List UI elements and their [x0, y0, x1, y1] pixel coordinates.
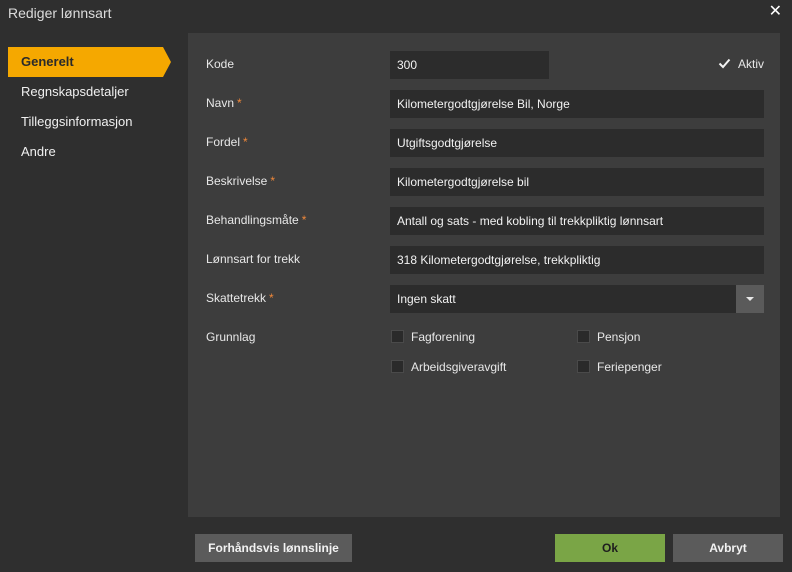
sidebar-item-label: Tilleggsinformasjon — [21, 114, 133, 129]
checkbox-box — [391, 360, 404, 373]
cancel-button[interactable]: Avbryt — [673, 534, 783, 562]
close-icon[interactable]: ✕ — [769, 4, 782, 20]
arbeidsgiveravgift-label: Arbeidsgiveravgift — [411, 360, 507, 374]
pensjon-label: Pensjon — [597, 330, 641, 344]
checkbox-box — [577, 330, 590, 343]
grunnlag-label: Grunnlag — [206, 330, 256, 344]
sidebar-item-regnskapsdetaljer[interactable]: Regnskapsdetaljer — [8, 77, 178, 107]
lonnsart-trekk-field[interactable]: 318 Kilometergodtgjørelse, trekkpliktig — [390, 246, 764, 274]
checkbox-box — [391, 330, 404, 343]
skattetrekk-label: Skattetrekk * — [206, 291, 274, 305]
title-bar: Rediger lønnsart ✕ — [0, 0, 792, 28]
sidebar-item-label: Generelt — [21, 54, 74, 69]
lonnsart-trekk-label: Lønnsart for trekk — [206, 252, 301, 266]
checkmark-icon — [718, 58, 731, 69]
window-title: Rediger lønnsart — [8, 5, 112, 21]
fagforening-label: Fagforening — [411, 330, 476, 344]
sidebar-item-andre[interactable]: Andre — [8, 137, 178, 167]
navn-field[interactable]: Kilometergodtgjørelse Bil, Norge — [390, 90, 764, 118]
behandlingsmate-label: Behandlingsmåte * — [206, 213, 307, 227]
fordel-label: Fordel * — [206, 135, 248, 149]
kode-field[interactable]: 300 — [390, 51, 549, 79]
behandlingsmate-field[interactable]: Antall og sats - med kobling til trekkpl… — [390, 207, 764, 235]
ok-button[interactable]: Ok — [555, 534, 665, 562]
beskrivelse-field[interactable]: Kilometergodtgjørelse bil — [390, 168, 764, 196]
feriepenger-label: Feriepenger — [597, 360, 662, 374]
beskrivelse-label: Beskrivelse * — [206, 174, 276, 188]
kode-label: Kode — [206, 57, 235, 71]
preview-button[interactable]: Forhåndsvis lønnslinje — [195, 534, 352, 562]
sidebar-item-tilleggsinformasjon[interactable]: Tilleggsinformasjon — [8, 107, 178, 137]
chevron-down-icon[interactable] — [736, 285, 764, 313]
form-panel: Kode 300 Aktiv Navn * Kilometergodtgjørel… — [188, 33, 780, 517]
sidebar-item-label: Andre — [21, 144, 56, 159]
navn-label: Navn * — [206, 96, 242, 110]
aktiv-label: Aktiv — [738, 57, 765, 71]
skattetrekk-select[interactable]: Ingen skatt — [390, 285, 764, 313]
sidebar-item-generelt[interactable]: Generelt — [8, 47, 171, 77]
fordel-field[interactable]: Utgiftsgodtgjørelse — [390, 129, 764, 157]
sidebar: Generelt Regnskapsdetaljer Tilleggsinfor… — [8, 47, 178, 167]
skattetrekk-value: Ingen skatt — [397, 292, 456, 306]
checkbox-box — [577, 360, 590, 373]
sidebar-item-label: Regnskapsdetaljer — [21, 84, 129, 99]
